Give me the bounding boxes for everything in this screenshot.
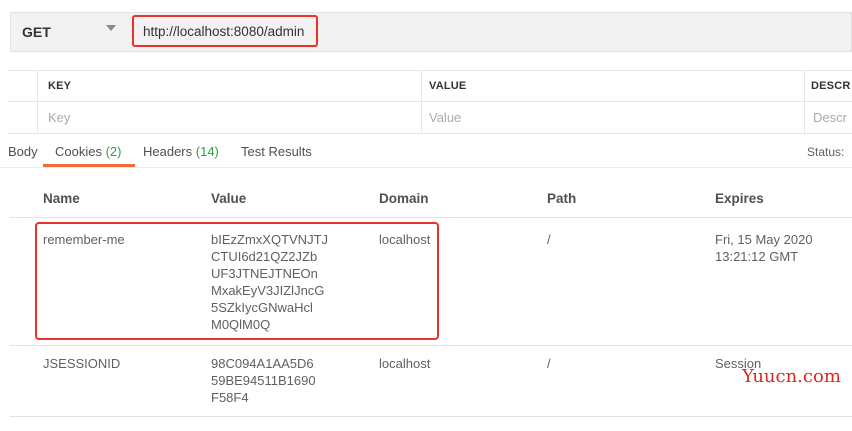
table-row-divider [10, 345, 852, 346]
cookie-value-line: F58F4 [211, 390, 249, 405]
cookie-expires: Fri, 15 May 2020 13:21:12 GMT [715, 231, 813, 265]
url-text: http://localhost:8080/admin [143, 23, 305, 39]
highlight-annotation [35, 222, 439, 340]
column-header-value: Value [211, 191, 247, 206]
cookie-value: 98C094A1AA5D6 59BE94511B1690 F58F4 [211, 355, 316, 406]
params-column-divider [421, 70, 422, 134]
cookie-expires-line: 13:21:12 GMT [715, 249, 799, 264]
cookie-value-line: 98C094A1AA5D6 [211, 356, 314, 371]
column-header-path: Path [547, 191, 577, 206]
tab-cookies[interactable]: Cookies (2) [55, 144, 121, 159]
params-header-key: KEY [48, 80, 72, 92]
params-header-description: DESCR [811, 80, 851, 92]
tab-label: Cookies [55, 144, 102, 159]
params-divider [8, 70, 852, 71]
tab-count: (14) [195, 144, 219, 159]
param-value-input[interactable]: Value [429, 110, 461, 125]
params-divider [8, 133, 852, 134]
tab-body[interactable]: Body [8, 144, 38, 159]
cookie-path: / [547, 356, 551, 371]
cookie-expires-line: Fri, 15 May 2020 [715, 232, 813, 247]
column-header-domain: Domain [379, 191, 429, 206]
param-key-input[interactable]: Key [48, 110, 70, 125]
cookie-value-line: 59BE94511B1690 [211, 373, 316, 388]
watermark-text: Yuucn.com [742, 366, 841, 387]
params-header-value: VALUE [429, 80, 467, 92]
table-header-divider [10, 217, 852, 218]
tab-label: Test Results [241, 144, 312, 159]
cookie-domain: localhost [379, 356, 431, 371]
status-label: Status: [807, 145, 845, 159]
tab-label: Headers [143, 144, 193, 159]
params-divider [8, 101, 852, 102]
column-header-expires: Expires [715, 191, 764, 206]
tab-headers[interactable]: Headers (14) [143, 144, 219, 159]
url-input[interactable]: http://localhost:8080/admin [132, 15, 318, 47]
cookie-path: / [547, 232, 551, 247]
method-select[interactable]: GET [22, 24, 51, 40]
column-header-name: Name [43, 191, 80, 206]
tabs-divider [0, 167, 852, 168]
param-description-input[interactable]: Descr [813, 110, 847, 125]
cookie-name: JSESSIONID [43, 356, 121, 371]
params-column-divider [37, 70, 38, 134]
chevron-down-icon[interactable] [106, 25, 116, 31]
table-row-divider [10, 416, 852, 417]
tab-label: Body [8, 144, 38, 159]
params-column-divider [804, 70, 805, 134]
tab-test-results[interactable]: Test Results [241, 144, 312, 159]
tab-count: (2) [105, 144, 122, 159]
